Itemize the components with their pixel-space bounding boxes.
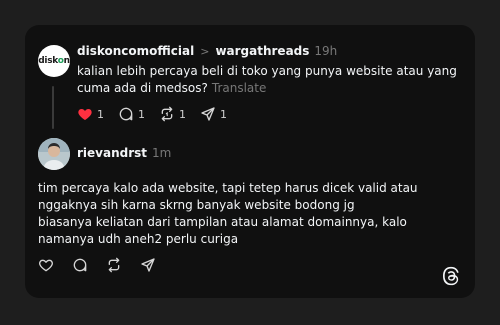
post-header: diskoncomofficial > wargathreads 19h (77, 44, 337, 59)
reply-share-button[interactable] (140, 257, 156, 273)
reply-text-line: tim percaya kalo ada website, tapi tetep… (38, 181, 418, 212)
reply-author-username[interactable]: rievandrst (77, 146, 147, 160)
repost-button[interactable]: 1 (159, 106, 186, 122)
send-icon (141, 258, 155, 272)
heart-icon (39, 259, 53, 272)
send-icon (201, 107, 215, 121)
post-body: kalian lebih percaya beli di toko yang p… (77, 63, 457, 97)
repost-count: 1 (179, 107, 186, 121)
author-username[interactable]: diskoncomofficial (77, 44, 194, 58)
post-actions: 1 1 1 1 (77, 106, 241, 122)
user-photo-icon (38, 138, 70, 170)
translate-link[interactable]: Translate (212, 81, 267, 95)
chevron-right-icon: > (200, 45, 210, 58)
diskon-logo: diskon (38, 55, 70, 66)
comment-icon (119, 107, 133, 121)
share-button[interactable]: 1 (200, 106, 227, 122)
reply-time: 1m (152, 146, 172, 160)
reply-actions (38, 257, 174, 273)
reply-to-username[interactable]: wargathreads (215, 44, 309, 58)
avatar-rievandrst[interactable] (38, 138, 70, 170)
reply-repost-button[interactable] (106, 257, 122, 273)
reply-count: 1 (138, 107, 145, 121)
heart-icon (78, 109, 92, 120)
reply-text-line: biasanya keliatan dari tampilan atau ala… (38, 215, 407, 246)
post-text: kalian lebih percaya beli di toko yang p… (77, 64, 457, 95)
reply-header: rievandrst 1m (77, 146, 171, 160)
reply-like-button[interactable] (38, 257, 54, 273)
avatar-diskoncomofficial[interactable]: diskon (38, 45, 70, 77)
thread-connector-line (52, 86, 54, 129)
share-count: 1 (220, 107, 227, 121)
reply-reply-button[interactable] (72, 257, 88, 273)
post-time: 19h (314, 44, 338, 58)
like-button[interactable]: 1 (77, 106, 104, 122)
like-count: 1 (97, 107, 104, 121)
reply-body: tim percaya kalo ada website, tapi tetep… (38, 180, 458, 248)
reply-button[interactable]: 1 (118, 106, 145, 122)
repost-icon (161, 106, 173, 122)
threads-logo-icon[interactable] (441, 266, 461, 286)
comment-icon (73, 258, 87, 272)
repost-icon (108, 257, 120, 273)
